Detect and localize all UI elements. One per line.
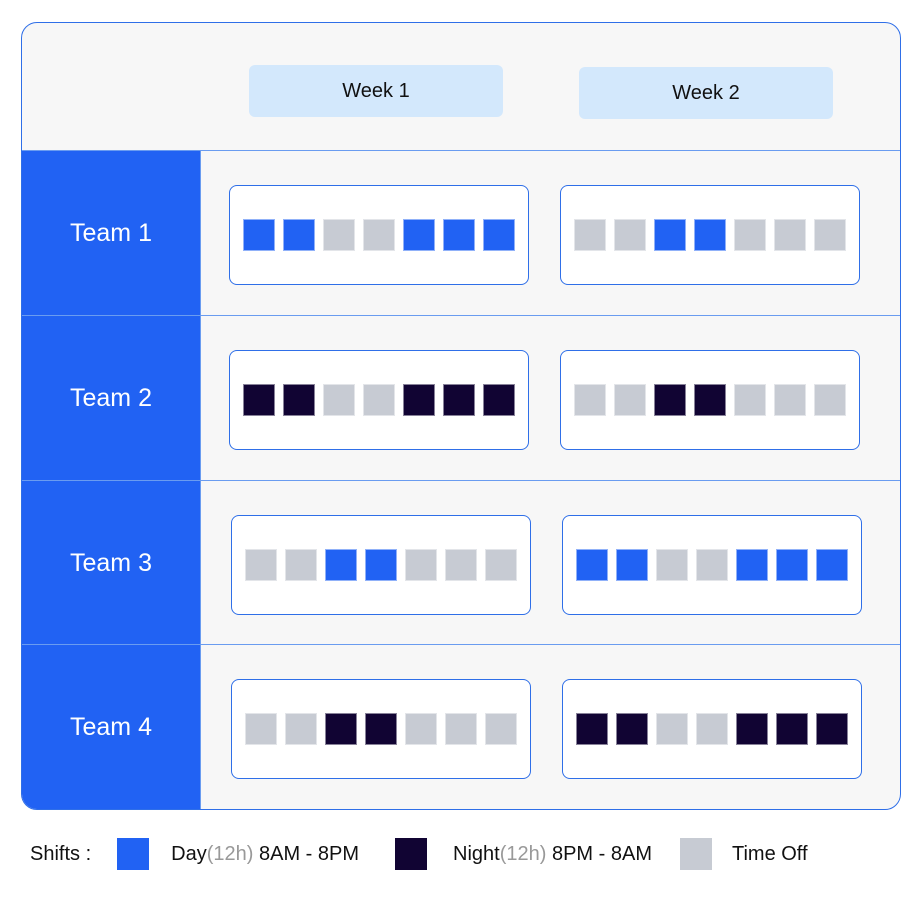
team-label: Team 1: [22, 151, 201, 315]
shift-off: [614, 219, 646, 251]
legend-label-night: Night(12h) 8PM - 8AM: [453, 843, 652, 866]
team-row: Team 3: [22, 480, 900, 645]
legend-label-day: Day(12h) 8AM - 8PM: [171, 843, 359, 866]
shift-off: [574, 219, 606, 251]
shift-night: [365, 713, 397, 745]
legend: Shifts : Day(12h) 8AM - 8PM Night(12h) 8…: [30, 836, 808, 872]
shift-day: [403, 219, 435, 251]
shift-night: [243, 384, 275, 416]
shift-off: [245, 713, 277, 745]
team-row: Team 4: [22, 644, 900, 809]
shift-day: [736, 549, 768, 581]
shift-night: [816, 713, 848, 745]
legend-swatch-night: [395, 838, 427, 870]
legend-swatch-off: [679, 838, 712, 870]
shift-day: [616, 549, 648, 581]
team-row: Team 1: [22, 150, 900, 315]
schedule-frame: Week 1 Week 2 Team 1 Team 2 Team 3 Team 4: [21, 22, 901, 810]
shift-day: [694, 219, 726, 251]
shift-off: [696, 549, 728, 581]
shift-off: [696, 713, 728, 745]
shift-off: [445, 549, 477, 581]
shift-off: [574, 384, 606, 416]
week-1-schedule: [231, 679, 531, 779]
shift-off: [285, 713, 317, 745]
shift-off: [656, 713, 688, 745]
legend-day-name: Day: [171, 842, 207, 865]
week-2-schedule: [562, 515, 862, 615]
shift-night: [616, 713, 648, 745]
legend-day-duration: (12h): [206, 842, 254, 865]
shift-off: [614, 384, 646, 416]
team-label: Team 2: [22, 316, 201, 480]
shift-day: [776, 549, 808, 581]
legend-title: Shifts :: [30, 842, 92, 865]
team-label: Team 4: [22, 645, 201, 809]
shift-day: [325, 549, 357, 581]
shift-day: [483, 219, 515, 251]
shift-night: [736, 713, 768, 745]
shift-off: [363, 219, 395, 251]
shift-night: [576, 713, 608, 745]
legend-night-hours: 8PM - 8AM: [546, 842, 652, 865]
team-row: Team 2: [22, 315, 900, 480]
shift-off: [445, 713, 477, 745]
shift-off: [363, 384, 395, 416]
shift-day: [243, 219, 275, 251]
week-2-schedule: [562, 679, 862, 779]
shift-night: [776, 713, 808, 745]
week-2-schedule: [560, 350, 860, 450]
shift-off: [774, 219, 806, 251]
shift-off: [814, 384, 846, 416]
shift-off: [323, 384, 355, 416]
shift-night: [483, 384, 515, 416]
legend-label-off: Time Off: [731, 842, 808, 865]
legend-day-hours: 8AM - 8PM: [253, 842, 359, 865]
week-2-schedule: [560, 185, 860, 285]
shift-night: [654, 384, 686, 416]
shift-night: [443, 384, 475, 416]
shift-off: [774, 384, 806, 416]
shift-day: [365, 549, 397, 581]
legend-night-name: Night: [453, 842, 500, 865]
week-header-2: Week 2: [579, 67, 833, 119]
shift-off: [285, 549, 317, 581]
week-1-schedule: [229, 185, 529, 285]
shift-off: [734, 219, 766, 251]
shift-day: [654, 219, 686, 251]
shift-night: [283, 384, 315, 416]
week-1-schedule: [229, 350, 529, 450]
shift-day: [816, 549, 848, 581]
team-label: Team 3: [22, 481, 201, 645]
shift-off: [405, 713, 437, 745]
shift-night: [325, 713, 357, 745]
shift-off: [656, 549, 688, 581]
shift-night: [403, 384, 435, 416]
week-1-schedule: [231, 515, 531, 615]
shift-off: [485, 549, 517, 581]
shift-off: [734, 384, 766, 416]
shift-night: [694, 384, 726, 416]
legend-swatch-day: [117, 838, 150, 870]
shift-off: [323, 219, 355, 251]
shift-off: [485, 713, 517, 745]
week-header-1: Week 1: [249, 65, 503, 117]
shift-off: [405, 549, 437, 581]
shift-off: [245, 549, 277, 581]
shift-day: [443, 219, 475, 251]
shift-day: [576, 549, 608, 581]
shift-day: [283, 219, 315, 251]
shift-off: [814, 219, 846, 251]
legend-night-duration: (12h): [499, 842, 547, 865]
